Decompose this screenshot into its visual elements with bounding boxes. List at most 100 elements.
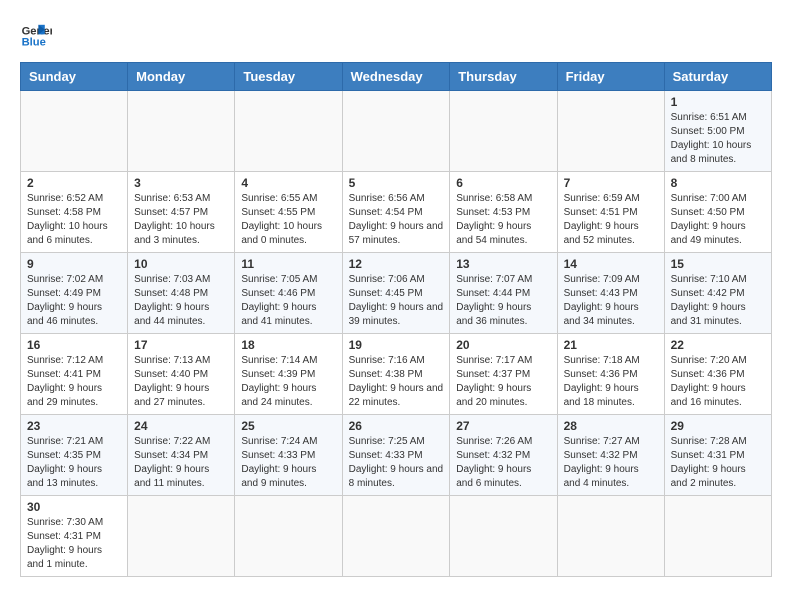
weekday-header-thursday: Thursday <box>450 63 557 91</box>
day-info: Sunrise: 7:22 AM Sunset: 4:34 PM Dayligh… <box>134 435 228 491</box>
day-info: Sunrise: 7:28 AM Sunset: 4:31 PM Dayligh… <box>671 435 765 491</box>
calendar-cell <box>342 496 450 577</box>
calendar-body: 1 Sunrise: 6:51 AM Sunset: 5:00 PM Daylig… <box>21 91 772 577</box>
calendar-cell <box>450 496 557 577</box>
calendar-cell: 13Sunrise: 7:07 AM Sunset: 4:44 PM Dayli… <box>450 253 557 334</box>
calendar-cell: 4 Sunrise: 6:55 AM Sunset: 4:55 PM Daylig… <box>235 172 342 253</box>
weekday-header-sunday: Sunday <box>21 63 128 91</box>
calendar-cell: 20 Sunrise: 7:17 AM Sunset: 4:37 PM Dayli… <box>450 334 557 415</box>
day-info: Sunrise: 7:25 AM Sunset: 4:33 PM Dayligh… <box>349 435 444 491</box>
calendar-week-5: 23 Sunrise: 7:21 AM Sunset: 4:35 PM Dayli… <box>21 415 772 496</box>
calendar-cell: 19 Sunrise: 7:16 AM Sunset: 4:38 PM Dayli… <box>342 334 450 415</box>
day-number: 11 <box>241 257 335 271</box>
calendar-cell: 10 Sunrise: 7:03 AM Sunset: 4:48 PM Dayli… <box>128 253 235 334</box>
svg-text:General: General <box>22 25 52 37</box>
calendar-week-2: 2 Sunrise: 6:52 AM Sunset: 4:58 PM Daylig… <box>21 172 772 253</box>
day-number: 23 <box>27 419 121 433</box>
day-number: 1 <box>671 95 765 109</box>
day-number: 27 <box>456 419 550 433</box>
day-info: Sunrise: 7:18 AM Sunset: 4:36 PM Dayligh… <box>564 354 658 410</box>
day-info: Sunrise: 7:16 AM Sunset: 4:38 PM Dayligh… <box>349 354 444 410</box>
calendar-cell: 3 Sunrise: 6:53 AM Sunset: 4:57 PM Daylig… <box>128 172 235 253</box>
weekday-header-saturday: Saturday <box>664 63 771 91</box>
day-info: Sunrise: 7:06 AM Sunset: 4:45 PM Dayligh… <box>349 273 444 329</box>
calendar-cell: 30Sunrise: 7:30 AM Sunset: 4:31 PM Dayli… <box>21 496 128 577</box>
calendar-cell: 26 Sunrise: 7:25 AM Sunset: 4:33 PM Dayli… <box>342 415 450 496</box>
calendar-cell: 5 Sunrise: 6:56 AM Sunset: 4:54 PM Daylig… <box>342 172 450 253</box>
day-info: Sunrise: 7:17 AM Sunset: 4:37 PM Dayligh… <box>456 354 550 410</box>
day-info: Sunrise: 7:14 AM Sunset: 4:39 PM Dayligh… <box>241 354 335 410</box>
calendar-cell <box>342 91 450 172</box>
day-number: 13 <box>456 257 550 271</box>
day-info: Sunrise: 7:27 AM Sunset: 4:32 PM Dayligh… <box>564 435 658 491</box>
calendar-cell <box>450 91 557 172</box>
day-number: 15 <box>671 257 765 271</box>
calendar-cell: 17Sunrise: 7:13 AM Sunset: 4:40 PM Dayli… <box>128 334 235 415</box>
weekday-header-tuesday: Tuesday <box>235 63 342 91</box>
day-number: 2 <box>27 176 121 190</box>
day-info: Sunrise: 7:00 AM Sunset: 4:50 PM Dayligh… <box>671 192 765 248</box>
day-number: 25 <box>241 419 335 433</box>
calendar-cell <box>557 91 664 172</box>
day-info: Sunrise: 6:55 AM Sunset: 4:55 PM Dayligh… <box>241 192 335 248</box>
day-number: 30 <box>27 500 121 514</box>
calendar-cell: 11Sunrise: 7:05 AM Sunset: 4:46 PM Dayli… <box>235 253 342 334</box>
day-number: 10 <box>134 257 228 271</box>
day-number: 24 <box>134 419 228 433</box>
calendar-cell: 2 Sunrise: 6:52 AM Sunset: 4:58 PM Daylig… <box>21 172 128 253</box>
calendar-cell: 24 Sunrise: 7:22 AM Sunset: 4:34 PM Dayli… <box>128 415 235 496</box>
weekday-header-wednesday: Wednesday <box>342 63 450 91</box>
day-number: 6 <box>456 176 550 190</box>
calendar-cell: 21Sunrise: 7:18 AM Sunset: 4:36 PM Dayli… <box>557 334 664 415</box>
day-info: Sunrise: 7:20 AM Sunset: 4:36 PM Dayligh… <box>671 354 765 410</box>
day-number: 4 <box>241 176 335 190</box>
calendar-cell: 22 Sunrise: 7:20 AM Sunset: 4:36 PM Dayli… <box>664 334 771 415</box>
weekday-header-monday: Monday <box>128 63 235 91</box>
calendar-cell <box>235 91 342 172</box>
day-number: 19 <box>349 338 444 352</box>
day-number: 20 <box>456 338 550 352</box>
day-info: Sunrise: 7:26 AM Sunset: 4:32 PM Dayligh… <box>456 435 550 491</box>
day-info: Sunrise: 6:52 AM Sunset: 4:58 PM Dayligh… <box>27 192 121 248</box>
day-number: 8 <box>671 176 765 190</box>
calendar: SundayMondayTuesdayWednesdayThursdayFrid… <box>20 62 772 577</box>
calendar-cell: 28Sunrise: 7:27 AM Sunset: 4:32 PM Dayli… <box>557 415 664 496</box>
day-info: Sunrise: 6:51 AM Sunset: 5:00 PM Dayligh… <box>671 111 765 167</box>
day-info: Sunrise: 7:02 AM Sunset: 4:49 PM Dayligh… <box>27 273 121 329</box>
day-info: Sunrise: 6:53 AM Sunset: 4:57 PM Dayligh… <box>134 192 228 248</box>
calendar-cell <box>128 496 235 577</box>
day-number: 5 <box>349 176 444 190</box>
calendar-cell: 14Sunrise: 7:09 AM Sunset: 4:43 PM Dayli… <box>557 253 664 334</box>
day-info: Sunrise: 6:59 AM Sunset: 4:51 PM Dayligh… <box>564 192 658 248</box>
day-info: Sunrise: 7:21 AM Sunset: 4:35 PM Dayligh… <box>27 435 121 491</box>
calendar-cell: 12 Sunrise: 7:06 AM Sunset: 4:45 PM Dayli… <box>342 253 450 334</box>
day-number: 16 <box>27 338 121 352</box>
calendar-cell: 7Sunrise: 6:59 AM Sunset: 4:51 PM Daylig… <box>557 172 664 253</box>
calendar-cell: 1 Sunrise: 6:51 AM Sunset: 5:00 PM Daylig… <box>664 91 771 172</box>
day-number: 3 <box>134 176 228 190</box>
calendar-cell <box>557 496 664 577</box>
header: General Blue <box>20 20 772 52</box>
calendar-cell <box>128 91 235 172</box>
logo-icon: General Blue <box>20 20 52 52</box>
calendar-cell: 23 Sunrise: 7:21 AM Sunset: 4:35 PM Dayli… <box>21 415 128 496</box>
day-info: Sunrise: 6:58 AM Sunset: 4:53 PM Dayligh… <box>456 192 550 248</box>
day-info: Sunrise: 7:10 AM Sunset: 4:42 PM Dayligh… <box>671 273 765 329</box>
day-number: 26 <box>349 419 444 433</box>
day-info: Sunrise: 7:24 AM Sunset: 4:33 PM Dayligh… <box>241 435 335 491</box>
calendar-cell <box>235 496 342 577</box>
calendar-cell: 29Sunrise: 7:28 AM Sunset: 4:31 PM Dayli… <box>664 415 771 496</box>
calendar-cell: 8 Sunrise: 7:00 AM Sunset: 4:50 PM Daylig… <box>664 172 771 253</box>
weekday-header-friday: Friday <box>557 63 664 91</box>
logo: General Blue <box>20 20 56 52</box>
calendar-cell: 25 Sunrise: 7:24 AM Sunset: 4:33 PM Dayli… <box>235 415 342 496</box>
day-info: Sunrise: 7:03 AM Sunset: 4:48 PM Dayligh… <box>134 273 228 329</box>
calendar-cell: 6 Sunrise: 6:58 AM Sunset: 4:53 PM Daylig… <box>450 172 557 253</box>
calendar-week-6: 30Sunrise: 7:30 AM Sunset: 4:31 PM Dayli… <box>21 496 772 577</box>
day-number: 22 <box>671 338 765 352</box>
day-info: Sunrise: 6:56 AM Sunset: 4:54 PM Dayligh… <box>349 192 444 248</box>
calendar-cell: 15 Sunrise: 7:10 AM Sunset: 4:42 PM Dayli… <box>664 253 771 334</box>
day-number: 9 <box>27 257 121 271</box>
day-number: 12 <box>349 257 444 271</box>
calendar-week-1: 1 Sunrise: 6:51 AM Sunset: 5:00 PM Daylig… <box>21 91 772 172</box>
